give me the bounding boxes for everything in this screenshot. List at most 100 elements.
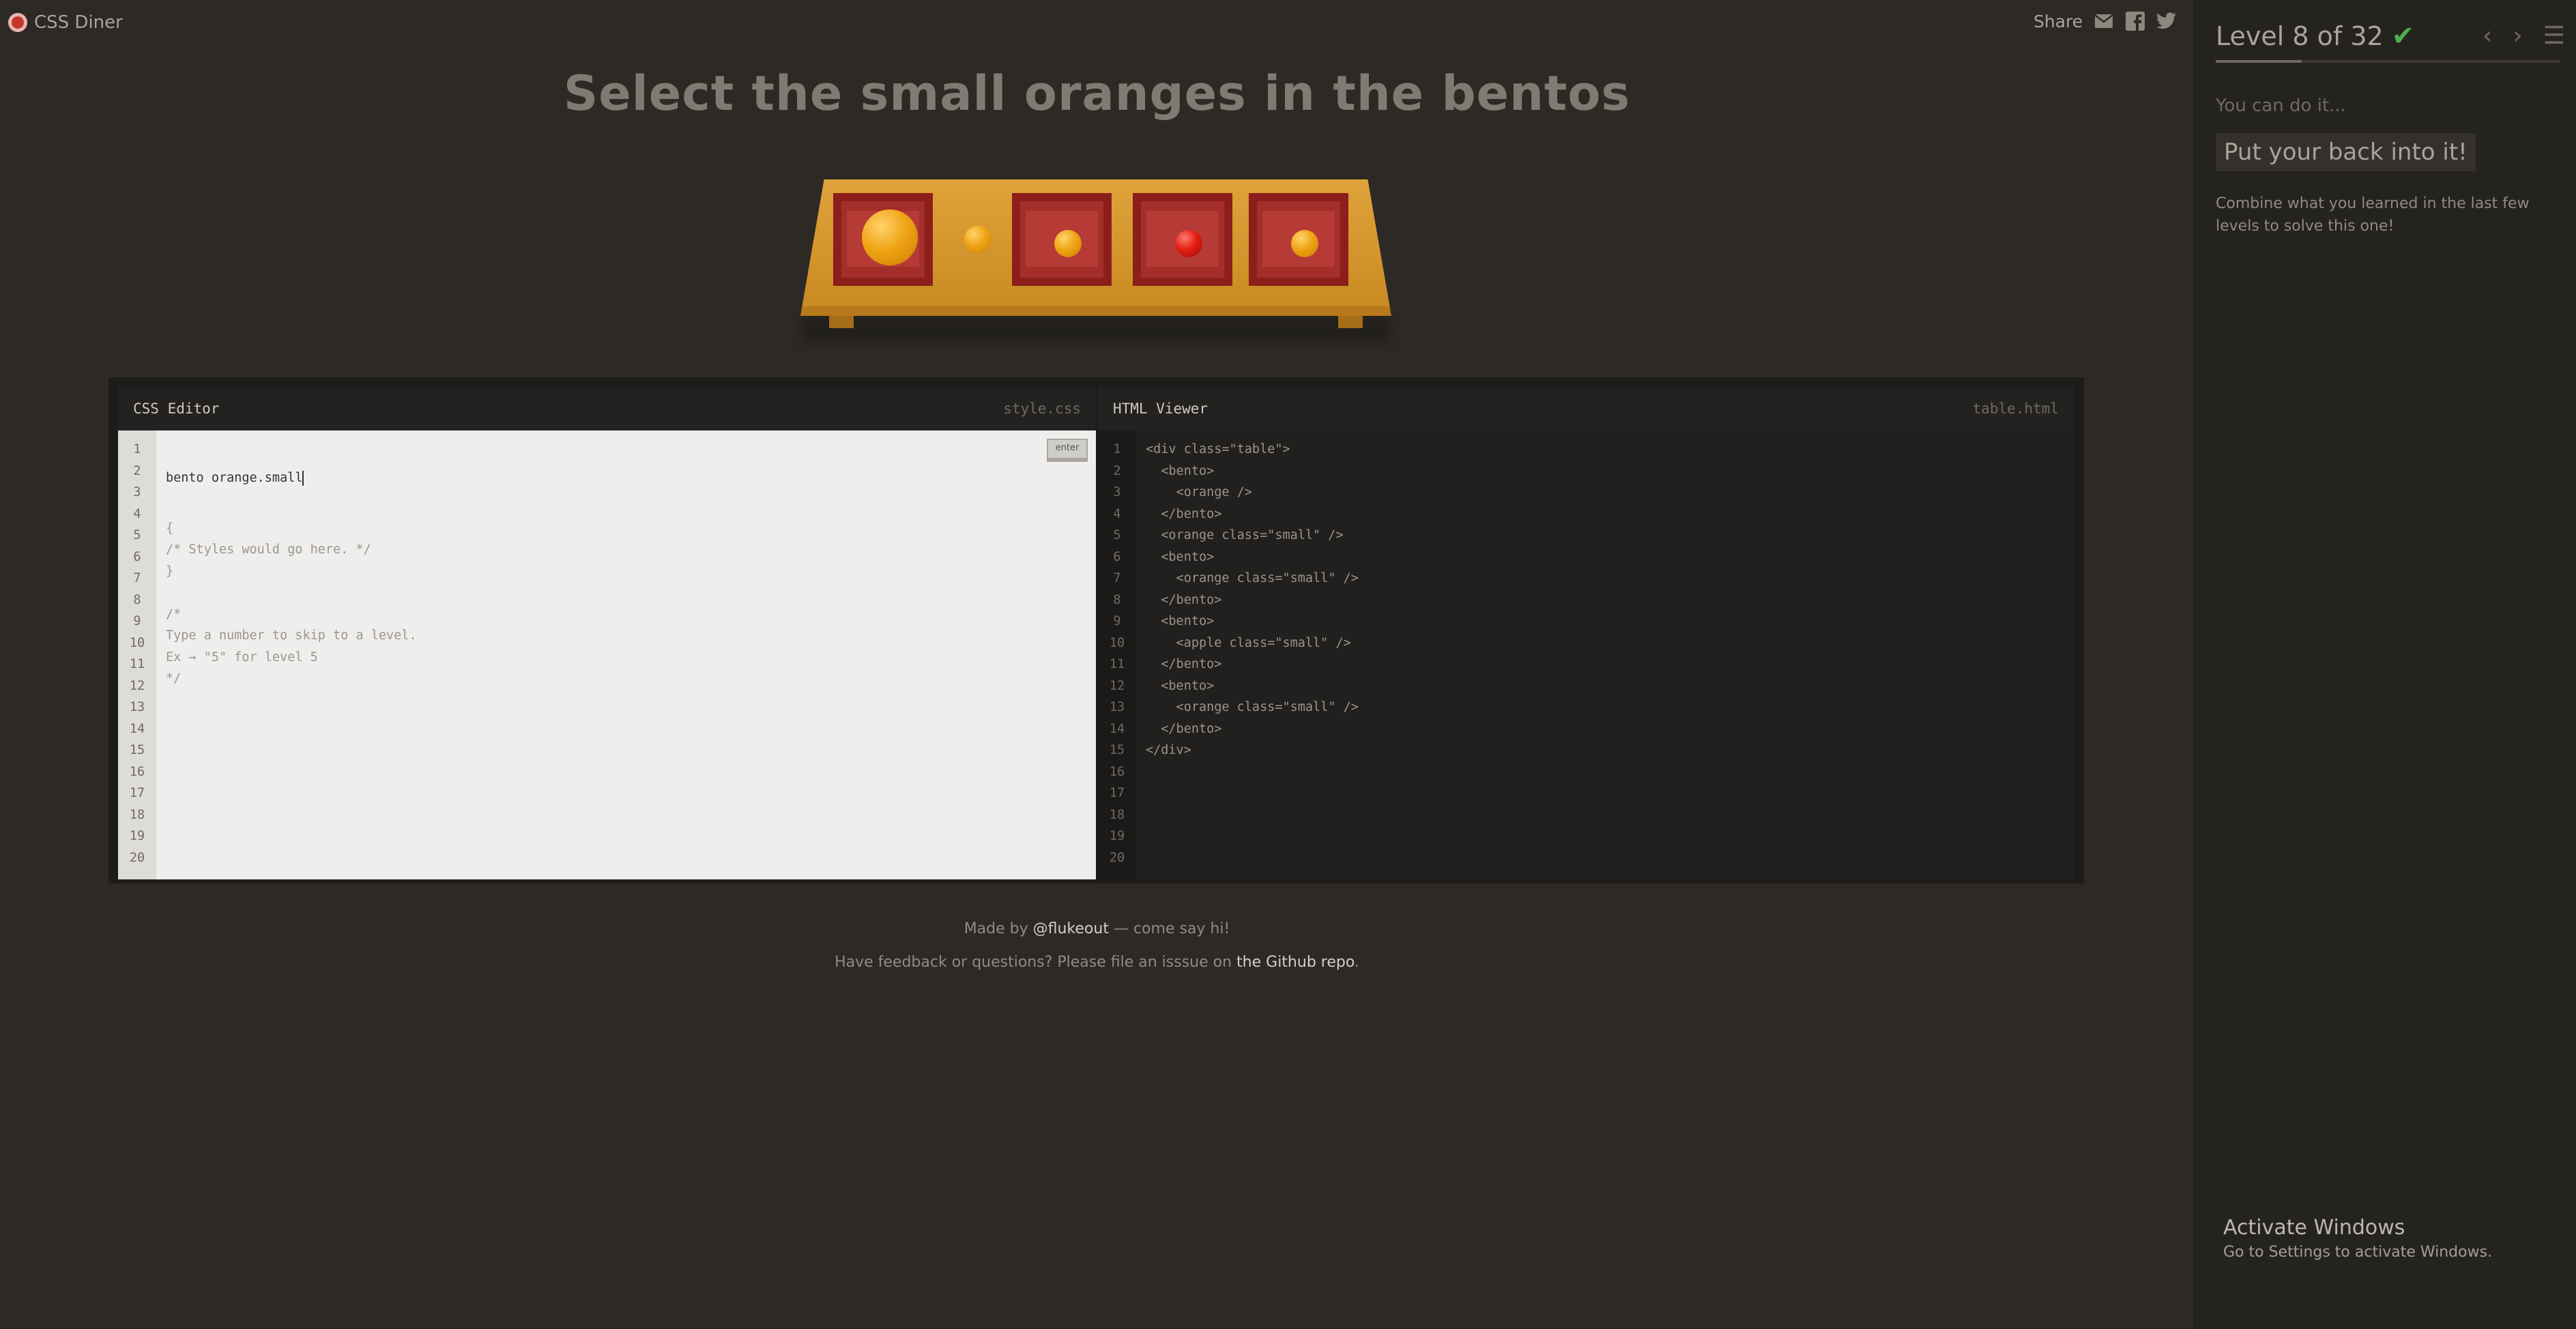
html-code-line[interactable] (1146, 847, 2074, 869)
line-number: 12 (129, 678, 145, 693)
table-leg (829, 316, 854, 328)
line-number: 15 (129, 743, 145, 757)
html-code-line[interactable]: <bento> (1146, 611, 2074, 632)
apple-small[interactable] (1175, 230, 1202, 257)
table-shadow (802, 316, 1390, 343)
html-code-line[interactable]: </div> (1146, 740, 2074, 761)
order-instruction: Select the small oranges in the bentos (563, 65, 1631, 121)
next-level-icon[interactable]: › (2513, 22, 2522, 50)
footer-credit: Made by @flukeout — come say hi! (964, 920, 1230, 937)
css-code-area[interactable]: 1 2 3 4 5 6 7 8 9 10 11 12 13 14 15 16 17 18 19 20 bento or… (118, 430, 1096, 879)
enter-button[interactable]: enter (1047, 439, 1088, 462)
html-code-line[interactable]: <orange class="small" /> (1146, 525, 2074, 546)
line-number: 7 (133, 571, 141, 585)
html-code-line[interactable]: <orange class="small" /> (1146, 568, 2074, 589)
flukeout-link[interactable]: @flukeout (1033, 920, 1109, 937)
css-code-line (166, 819, 1096, 841)
windows-activation-watermark: Activate Windows Go to Settings to activ… (2223, 1216, 2492, 1261)
level-header[interactable]: Level 8 of 32 ✔ (2216, 20, 2414, 52)
html-code-line[interactable]: <bento> (1146, 546, 2074, 568)
line-number: 10 (1109, 635, 1125, 650)
css-code-line: /* (166, 607, 182, 622)
css-selector-input[interactable]: bento orange.small (166, 467, 1096, 489)
hint-description: Combine what you learned in the last few… (2216, 195, 2530, 235)
orange-small[interactable] (964, 226, 992, 253)
footer-feedback: Have feedback or questions? Please file … (835, 954, 1359, 971)
html-code-line[interactable]: </bento> (1146, 654, 2074, 675)
css-code-line (166, 690, 1096, 712)
twitter-icon[interactable] (2156, 11, 2177, 31)
bento-1[interactable] (833, 193, 933, 286)
css-code-lines[interactable]: bento orange.small { /* Styles would go h… (156, 430, 1096, 879)
editor-panel: CSS Editor style.css 1 2 3 4 5 6 7 8 9 10 11 12 13 14… (108, 377, 2084, 883)
dining-table (800, 179, 1391, 343)
line-number: 17 (1109, 786, 1125, 800)
activation-title: Activate Windows (2223, 1216, 2405, 1240)
line-number: 5 (133, 528, 141, 542)
app-logo[interactable]: CSS Diner (8, 12, 123, 33)
line-number: 10 (129, 635, 145, 650)
html-line-numbers: 1 2 3 4 5 6 7 8 9 10 11 12 13 14 15 16 17 18 19 20 (1098, 430, 1136, 879)
line-number: 2 (1113, 463, 1121, 478)
html-code-line[interactable]: <bento> (1146, 675, 2074, 697)
facebook-icon[interactable] (2125, 11, 2145, 31)
github-repo-link[interactable]: the Github repo (1236, 954, 1355, 971)
level-progress (2216, 60, 2560, 63)
html-code-line[interactable]: <orange /> (1146, 482, 2074, 503)
line-number: 16 (129, 764, 145, 779)
html-code-line[interactable]: </bento> (1146, 503, 2074, 525)
level-title: Level 8 of 32 (2216, 21, 2384, 51)
bento-4[interactable] (1249, 193, 1348, 286)
level-progress-fill (2216, 60, 2302, 63)
line-number: 13 (1109, 700, 1125, 714)
line-number: 13 (129, 700, 145, 714)
line-number: 2 (133, 463, 141, 478)
line-number: 19 (1109, 829, 1125, 843)
line-number: 20 (1109, 850, 1125, 865)
html-code-line[interactable]: <div class="table"> (1146, 439, 2074, 461)
css-line-numbers: 1 2 3 4 5 6 7 8 9 10 11 12 13 14 15 16 17 18 19 20 (118, 430, 156, 879)
orange[interactable] (862, 209, 918, 265)
html-viewer-title: HTML Viewer (1113, 400, 1209, 417)
html-code-line[interactable] (1146, 761, 2074, 783)
table-leg (1338, 316, 1363, 328)
css-code-line: /* Styles would go here. */ (166, 542, 371, 557)
email-icon[interactable] (2094, 11, 2114, 31)
bento-2[interactable] (1012, 193, 1112, 286)
css-editor-header: CSS Editor style.css (118, 387, 1096, 430)
css-file-name: style.css (1003, 400, 1081, 417)
line-number: 6 (133, 549, 141, 564)
hint-intro: You can do it... (2216, 96, 2346, 116)
html-code-line[interactable]: <orange class="small" /> (1146, 697, 2074, 718)
bento-3[interactable] (1133, 193, 1232, 286)
html-code-line[interactable] (1146, 826, 2074, 847)
app-name: CSS Diner (34, 12, 123, 33)
line-number: 12 (1109, 678, 1125, 693)
share-label: Share (2034, 11, 2083, 31)
html-code-line[interactable]: <bento> (1146, 461, 2074, 482)
level-nav: ‹ › ☰ (2483, 22, 2565, 50)
html-code-line[interactable]: <apple class="small" /> (1146, 632, 2074, 654)
activation-subtitle: Go to Settings to activate Windows. (2223, 1244, 2493, 1261)
line-number: 1 (1113, 442, 1121, 456)
orange-small[interactable] (1291, 230, 1318, 257)
line-number: 14 (1109, 721, 1125, 736)
html-code-line[interactable] (1146, 804, 2074, 826)
css-code-line: Ex → "5" for level 5 (166, 649, 318, 664)
css-code-line (166, 582, 1096, 604)
line-number: 3 (1113, 485, 1121, 499)
sidebar: Level 8 of 32 ✔ ‹ › ☰ You can do it... P… (2194, 0, 2576, 1329)
html-code-line[interactable]: </bento> (1146, 718, 2074, 740)
menu-icon[interactable]: ☰ (2543, 22, 2565, 50)
html-code-line[interactable]: </bento> (1146, 589, 2074, 611)
css-code-line: { (166, 521, 174, 536)
line-number: 3 (133, 485, 141, 499)
line-number: 19 (129, 829, 145, 843)
line-number: 6 (1113, 549, 1121, 564)
css-code-line (166, 754, 1096, 776)
previous-level-icon[interactable]: ‹ (2483, 22, 2492, 50)
orange-small[interactable] (1054, 230, 1082, 257)
html-viewer: HTML Viewer table.html 1 2 3 4 5 6 7 8 9 10 11 12 13… (1098, 387, 2074, 879)
html-code-line[interactable] (1146, 783, 2074, 804)
css-code-line (166, 711, 1096, 733)
